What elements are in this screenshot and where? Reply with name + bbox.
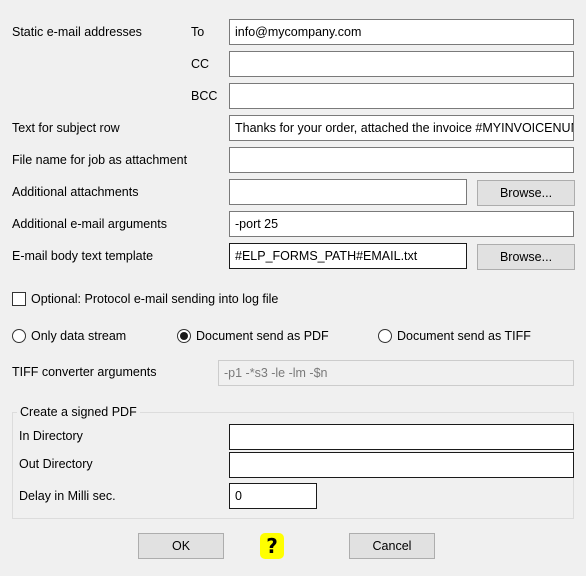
out-directory-label: Out Directory — [19, 457, 93, 471]
filename-label: File name for job as attachment — [12, 153, 188, 167]
attachments-field[interactable] — [229, 179, 467, 205]
to-label: To — [191, 25, 205, 39]
protocol-checkbox[interactable] — [12, 292, 26, 306]
bcc-field[interactable] — [229, 83, 574, 109]
template-field[interactable]: #ELP_FORMS_PATH#EMAIL.txt — [229, 243, 467, 269]
cc-field[interactable] — [229, 51, 574, 77]
radio-label-only-data-stream[interactable]: Only data stream — [31, 328, 126, 344]
radio-send-pdf[interactable] — [177, 329, 191, 343]
ok-button[interactable]: OK — [138, 533, 224, 559]
tiff-args-label: TIFF converter arguments — [12, 365, 157, 379]
tiff-args-field: -p1 -*s3 -le -lm -$n — [218, 360, 574, 386]
args-label: Additional e-mail arguments — [12, 217, 167, 231]
bcc-label: BCC — [191, 89, 218, 103]
delay-label: Delay in Milli sec. — [19, 489, 116, 503]
cc-label: CC — [191, 57, 210, 71]
template-browse-button[interactable]: Browse... — [477, 244, 575, 270]
help-icon[interactable]: ? — [260, 533, 284, 559]
out-directory-field[interactable] — [229, 452, 574, 478]
filename-field[interactable] — [229, 147, 574, 173]
radio-send-tiff[interactable] — [378, 329, 392, 343]
attachments-label: Additional attachments — [12, 185, 139, 199]
in-directory-label: In Directory — [19, 429, 83, 443]
template-label: E-mail body text template — [12, 249, 154, 263]
protocol-label[interactable]: Optional: Protocol e-mail sending into l… — [31, 291, 278, 307]
to-field[interactable]: info@mycompany.com — [229, 19, 574, 45]
radio-label-send-pdf[interactable]: Document send as PDF — [196, 328, 329, 344]
radio-only-data-stream[interactable] — [12, 329, 26, 343]
delay-field[interactable]: 0 — [229, 483, 317, 509]
cancel-button[interactable]: Cancel — [349, 533, 435, 559]
subject-field[interactable]: Thanks for your order, attached the invo… — [229, 115, 574, 141]
in-directory-field[interactable] — [229, 424, 574, 450]
static-addresses-label: Static e-mail addresses — [12, 25, 142, 39]
radio-label-send-tiff[interactable]: Document send as TIFF — [397, 328, 531, 344]
args-field[interactable]: -port 25 — [229, 211, 574, 237]
attachments-browse-button[interactable]: Browse... — [477, 180, 575, 206]
signed-pdf-group-title: Create a signed PDF — [17, 404, 140, 420]
subject-label: Text for subject row — [12, 121, 120, 135]
